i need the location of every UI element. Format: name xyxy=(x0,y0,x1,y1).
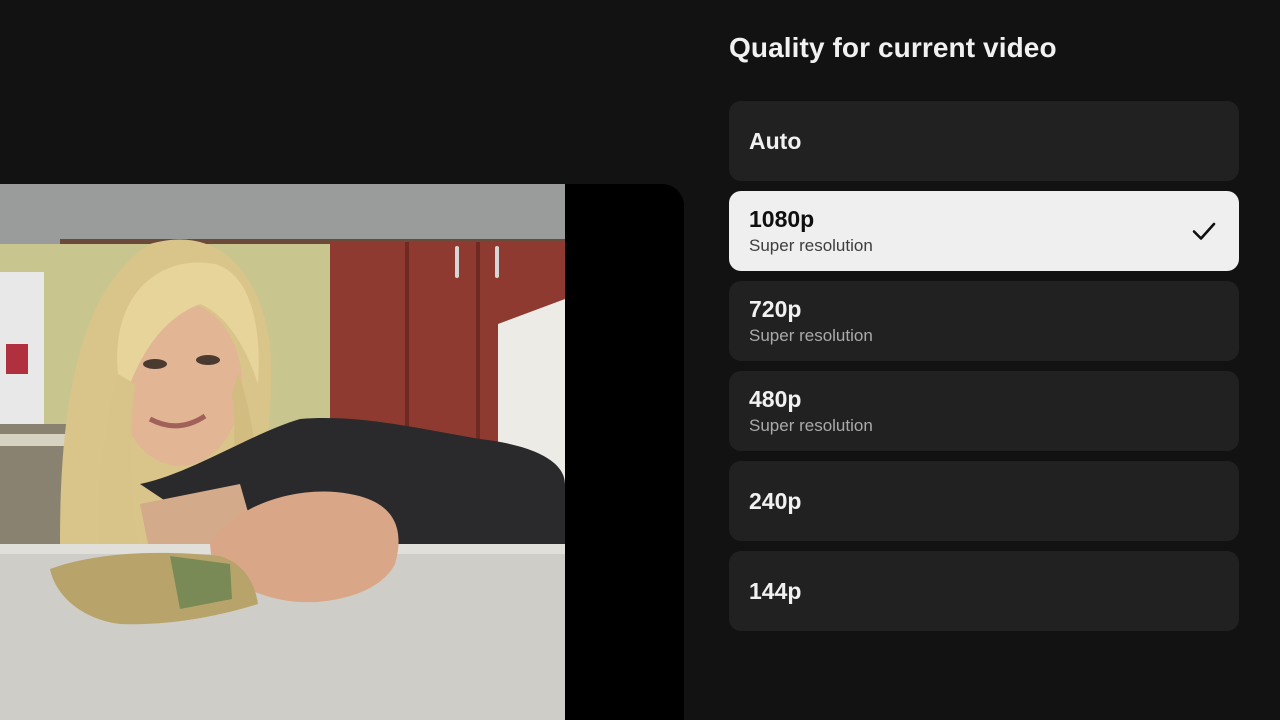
quality-option-480p[interactable]: 480p Super resolution xyxy=(729,371,1239,451)
check-icon xyxy=(1192,222,1216,240)
quality-option-1080p[interactable]: 1080p Super resolution xyxy=(729,191,1239,271)
option-sublabel: Super resolution xyxy=(749,416,873,435)
option-sublabel: Super resolution xyxy=(749,236,873,255)
option-label: 480p xyxy=(749,386,802,412)
option-label: 144p xyxy=(749,578,802,604)
quality-option-240p[interactable]: 240p xyxy=(729,461,1239,541)
video-panel xyxy=(0,184,684,720)
quality-option-720p[interactable]: 720p Super resolution xyxy=(729,281,1239,361)
quality-option-list: Auto 1080p Super resolution 720p Super r… xyxy=(729,101,1239,641)
option-label: 720p xyxy=(749,296,802,322)
option-label: 1080p xyxy=(749,206,815,232)
option-label: 240p xyxy=(749,488,802,514)
video-preview xyxy=(0,184,565,720)
quality-screen: Quality for current video Auto 1080p Sup… xyxy=(0,0,1280,720)
option-sublabel: Super resolution xyxy=(749,326,873,345)
quality-option-auto[interactable]: Auto xyxy=(729,101,1239,181)
menu-title: Quality for current video xyxy=(729,32,1057,63)
quality-option-144p[interactable]: 144p xyxy=(729,551,1239,631)
option-label: Auto xyxy=(749,128,802,154)
quality-menu: Quality for current video Auto 1080p Sup… xyxy=(729,0,1239,720)
